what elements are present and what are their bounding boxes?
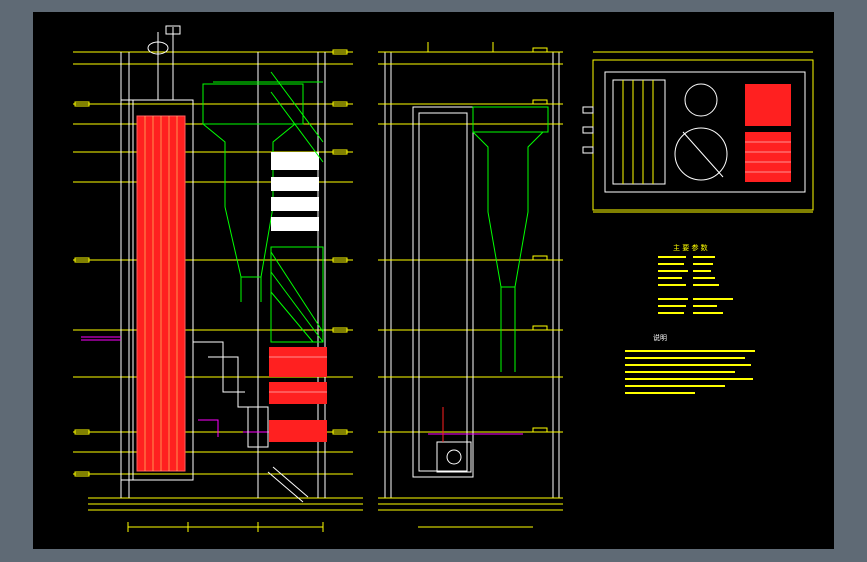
economizer-blocks (269, 347, 327, 442)
boiler-elevation-view (73, 25, 363, 532)
parameters-block: 主 要 参 数 说明 (625, 243, 755, 394)
section-grid-marks (427, 42, 548, 433)
cyclone-separator-left (202, 83, 304, 302)
section-bottom-equipment (428, 407, 523, 473)
plan-view (582, 51, 814, 213)
dimension-ticks-left (74, 49, 348, 477)
drawing-canvas[interactable]: 主 要 参 数 说明 (33, 12, 834, 549)
elevation-lines-left (73, 51, 353, 475)
steam-drum-left (147, 25, 181, 100)
main-params-heading: 主 要 参 数 (673, 243, 708, 252)
section-view (378, 42, 563, 528)
notes-heading: 说明 (653, 333, 667, 342)
parameter-rows (658, 256, 733, 314)
application-frame: 主 要 参 数 说明 (0, 0, 867, 562)
plan-cyclones (674, 83, 728, 181)
backpass-flues (271, 152, 319, 231)
ground-line-left (88, 497, 363, 511)
plan-heating-surfaces (745, 84, 791, 182)
plan-burners (582, 106, 594, 154)
bottom-dimension-left (127, 522, 324, 532)
section-cyclone (472, 106, 549, 372)
notes-lines (625, 350, 755, 394)
cad-drawing: 主 要 参 数 说明 (73, 25, 814, 532)
